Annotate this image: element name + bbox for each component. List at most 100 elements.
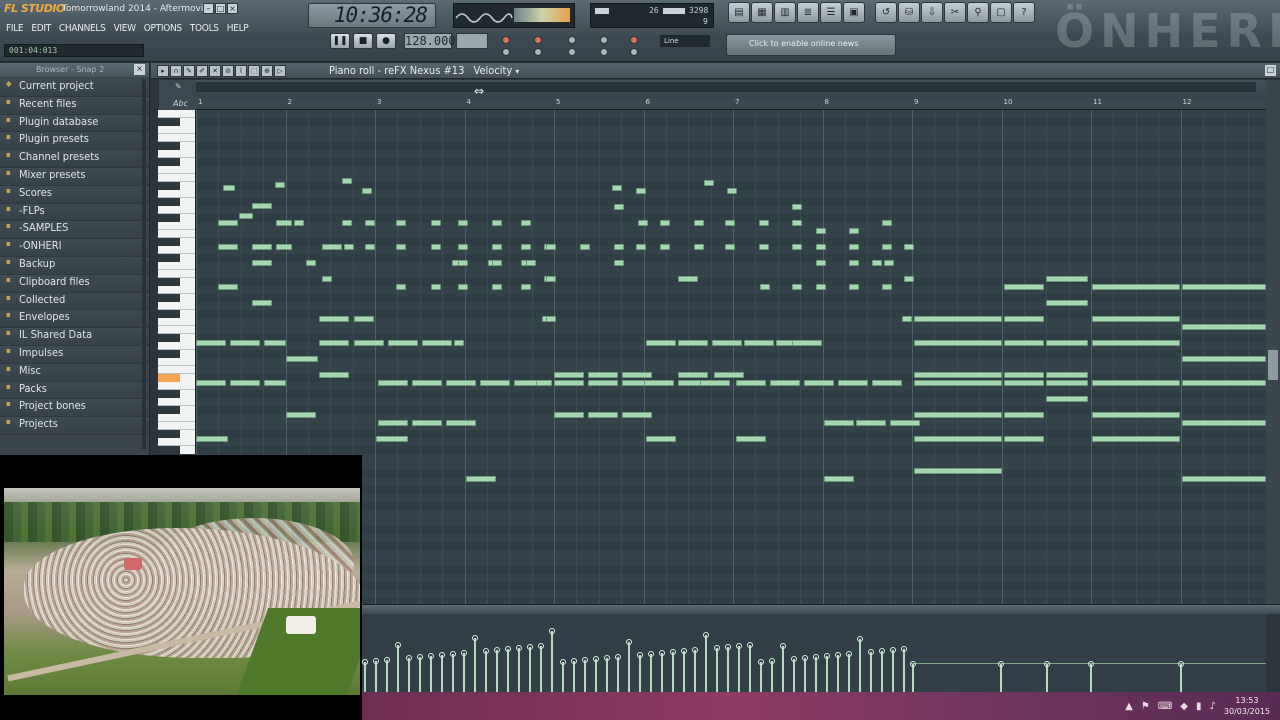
note[interactable]: [622, 412, 652, 418]
note[interactable]: [792, 244, 802, 250]
loop-record-icon[interactable]: [630, 36, 638, 44]
network-icon[interactable]: ▮: [1196, 701, 1202, 712]
velocity-bar[interactable]: [771, 661, 773, 692]
note[interactable]: [744, 340, 774, 346]
velocity-bar[interactable]: [804, 658, 806, 692]
velocity-bar[interactable]: [375, 661, 377, 692]
note[interactable]: [644, 380, 674, 386]
note[interactable]: [904, 244, 914, 250]
volume-icon[interactable]: ♪: [1210, 701, 1216, 712]
time-display[interactable]: 10:36:28: [308, 3, 436, 28]
velocity-handle[interactable]: [538, 643, 544, 649]
note[interactable]: [816, 244, 826, 250]
note[interactable]: [725, 220, 735, 226]
white-key[interactable]: [158, 422, 195, 430]
note[interactable]: [914, 436, 1002, 442]
velocity-handle[interactable]: [549, 628, 555, 634]
close-icon[interactable]: ×: [227, 3, 238, 14]
save-icon[interactable]: ⛁: [898, 2, 920, 23]
white-key[interactable]: [158, 302, 195, 310]
note[interactable]: [446, 380, 476, 386]
note[interactable]: [849, 228, 859, 234]
note[interactable]: [890, 420, 920, 426]
velocity-bar[interactable]: [408, 658, 410, 692]
note[interactable]: [466, 476, 496, 482]
velocity-handle[interactable]: [505, 646, 511, 652]
note[interactable]: [396, 244, 406, 250]
note[interactable]: [546, 244, 556, 250]
menu-options[interactable]: OPTIONS: [144, 23, 182, 34]
white-key[interactable]: [158, 230, 195, 238]
white-key[interactable]: [158, 126, 195, 134]
note[interactable]: [546, 276, 556, 282]
note[interactable]: [759, 244, 769, 250]
velocity-handle[interactable]: [483, 648, 489, 654]
velocity-bar[interactable]: [485, 651, 487, 692]
velocity-handle[interactable]: [758, 659, 764, 665]
velocity-bar[interactable]: [912, 664, 914, 692]
velocity-handle[interactable]: [998, 661, 1004, 667]
white-key[interactable]: [158, 270, 195, 278]
velocity-bar[interactable]: [584, 660, 586, 692]
velocity-handle[interactable]: [670, 649, 676, 655]
note[interactable]: [1046, 276, 1088, 282]
velocity-handle[interactable]: [769, 658, 775, 664]
velocity-handle[interactable]: [890, 647, 896, 653]
velocity-bar[interactable]: [650, 654, 652, 692]
black-key[interactable]: [158, 350, 180, 358]
multilink-icon[interactable]: [630, 48, 638, 56]
velocity-bar[interactable]: [749, 645, 751, 692]
menu-edit[interactable]: EDIT: [31, 23, 51, 34]
velocity-bar[interactable]: [738, 646, 740, 692]
note[interactable]: [388, 340, 418, 346]
velocity-handle[interactable]: [868, 649, 874, 655]
export-icon[interactable]: ⇩: [921, 2, 943, 23]
velocity-editor[interactable]: [360, 614, 1266, 692]
note[interactable]: [678, 372, 708, 378]
search-icon[interactable]: ⚲: [967, 2, 989, 23]
browser-item[interactable]: ▪ Scores: [0, 185, 149, 204]
velocity-bar[interactable]: [540, 646, 542, 692]
note[interactable]: [354, 316, 374, 322]
note[interactable]: [264, 380, 286, 386]
velocity-bar[interactable]: [1180, 664, 1182, 692]
white-key[interactable]: [158, 222, 195, 230]
note[interactable]: [725, 244, 735, 250]
note[interactable]: [376, 436, 408, 442]
note[interactable]: [760, 284, 770, 290]
note[interactable]: [759, 220, 769, 226]
velocity-handle[interactable]: [714, 645, 720, 651]
note[interactable]: [736, 380, 766, 386]
playback-tool-icon[interactable]: ▷: [274, 65, 286, 77]
velocity-bar[interactable]: [1090, 664, 1092, 692]
velocity-bar[interactable]: [529, 647, 531, 692]
delete-tool-icon[interactable]: ✕: [209, 65, 221, 77]
note[interactable]: [1004, 316, 1044, 322]
velocity-handle[interactable]: [626, 639, 632, 645]
note[interactable]: [694, 244, 704, 250]
note[interactable]: [1182, 476, 1266, 482]
velocity-handle[interactable]: [780, 643, 786, 649]
note[interactable]: [218, 220, 238, 226]
velocity-handle[interactable]: [615, 654, 621, 660]
step-sequencer-icon[interactable]: ▦: [751, 2, 773, 23]
select-tool-icon[interactable]: ⬚: [248, 65, 260, 77]
velocity-bar[interactable]: [705, 635, 707, 692]
white-key[interactable]: [158, 358, 195, 366]
note[interactable]: [521, 284, 531, 290]
blend-icon[interactable]: [600, 36, 608, 44]
velocity-bar[interactable]: [870, 652, 872, 692]
velocity-bar[interactable]: [386, 660, 388, 692]
note[interactable]: [872, 380, 902, 386]
note[interactable]: [446, 420, 476, 426]
note[interactable]: [1046, 380, 1088, 386]
velocity-bar[interactable]: [859, 639, 861, 692]
undo-icon[interactable]: ↺: [875, 2, 897, 23]
piano-roll-icon[interactable]: ▥: [774, 2, 796, 23]
note[interactable]: [614, 204, 624, 210]
horizontal-scroll-track[interactable]: [196, 82, 1256, 92]
velocity-handle[interactable]: [747, 642, 753, 648]
note[interactable]: [884, 260, 894, 266]
velocity-handle[interactable]: [802, 655, 808, 661]
mixer-icon[interactable]: ☰: [820, 2, 842, 23]
